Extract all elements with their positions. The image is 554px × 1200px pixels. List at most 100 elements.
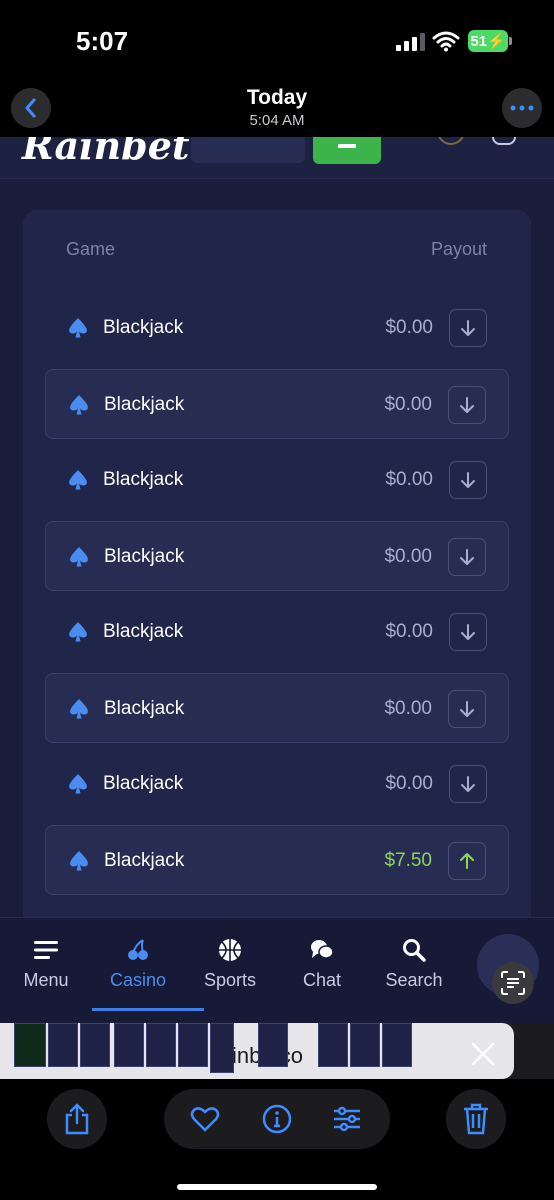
thumbnail[interactable] [350, 1023, 380, 1067]
column-header-payout: Payout [430, 239, 487, 259]
game-name: Blackjack [103, 469, 184, 490]
arrow-down-icon [460, 549, 474, 565]
bell-icon[interactable] [492, 137, 516, 145]
status-bar: 5:07 51 ⚡ [0, 0, 554, 80]
thumbnail[interactable] [80, 1023, 110, 1067]
bet-row[interactable]: Blackjack $0.00 [45, 749, 509, 819]
thumbnail[interactable] [14, 1023, 46, 1067]
more-button[interactable] [502, 88, 542, 128]
photo-actions-pill [164, 1089, 390, 1149]
payout-value: $0.00 [385, 317, 433, 338]
game-name: Blackjack [103, 773, 184, 794]
nav-chat[interactable]: Chat [276, 918, 368, 1010]
game-name: Blackjack [104, 850, 185, 871]
bet-row[interactable]: Blackjack $0.00 [45, 445, 509, 515]
nav-casino[interactable]: Casino [92, 918, 204, 1011]
arrow-down-icon [461, 320, 475, 336]
spade-icon [70, 547, 88, 567]
expand-down-button[interactable] [448, 690, 486, 728]
nav-sports[interactable]: Sports [184, 918, 276, 1010]
share-button[interactable] [47, 1089, 107, 1149]
payout-value: $0.00 [384, 698, 432, 719]
balance-box[interactable] [191, 137, 305, 163]
bet-row[interactable]: Blackjack $0.00 [45, 673, 509, 743]
delete-button[interactable] [446, 1089, 506, 1149]
arrow-down-icon [461, 472, 475, 488]
payout-value: $0.00 [384, 394, 432, 415]
cherries-icon [128, 939, 148, 960]
thumbnail[interactable] [318, 1023, 348, 1067]
avatar[interactable] [437, 137, 465, 145]
basketball-icon [219, 939, 241, 961]
spade-icon [69, 774, 87, 794]
casino-web-page: Rainbet Game Payout Blackjack $0.00 Blackj… [0, 137, 554, 917]
thumbnail[interactable] [114, 1023, 144, 1067]
battery-level: 51 [470, 32, 487, 50]
thumbnail[interactable] [48, 1023, 78, 1067]
spade-icon [69, 622, 87, 642]
arrow-down-icon [460, 397, 474, 413]
thumbnail-selected[interactable] [210, 1023, 234, 1073]
payout-value: $0.00 [385, 469, 433, 490]
thumbnail[interactable] [258, 1023, 288, 1067]
site-logo[interactable]: Rainbet [22, 137, 189, 168]
spade-icon [70, 395, 88, 415]
thumbnail[interactable] [146, 1023, 176, 1067]
game-name: Blackjack [104, 546, 185, 567]
expand-down-button[interactable] [448, 386, 486, 424]
ellipsis-icon [510, 105, 534, 111]
spade-icon [69, 470, 87, 490]
photo-viewer-header: Today 5:04 AM [0, 80, 554, 138]
wallet-button[interactable] [313, 137, 381, 164]
thumbnail[interactable] [178, 1023, 208, 1067]
home-indicator [177, 1184, 377, 1190]
arrow-down-icon [461, 624, 475, 640]
expand-down-button[interactable] [449, 765, 487, 803]
bet-row[interactable]: Blackjack $7.50 [45, 825, 509, 895]
share-icon [65, 1103, 89, 1135]
thumbnail-strip: inbe co [0, 1023, 554, 1079]
expand-down-button[interactable] [449, 613, 487, 651]
heart-icon[interactable] [190, 1104, 220, 1134]
wallet-icon [338, 143, 356, 148]
payout-value: $7.50 [384, 850, 432, 871]
expand-up-button[interactable] [448, 842, 486, 880]
bet-row[interactable]: Blackjack $0.00 [45, 293, 509, 363]
nav-search[interactable]: Search [368, 918, 460, 1010]
thumbnail-scroller[interactable]: inbe co [0, 1023, 514, 1079]
live-text-button[interactable] [492, 962, 534, 1004]
spade-icon [70, 851, 88, 871]
bet-row[interactable]: Blackjack $0.00 [45, 369, 509, 439]
site-header: Rainbet [0, 137, 554, 179]
bet-row[interactable]: Blackjack $0.00 [45, 597, 509, 667]
bet-row[interactable]: Blackjack $0.00 [45, 521, 509, 591]
game-name: Blackjack [103, 317, 184, 338]
clock: 5:07 [76, 26, 129, 56]
nav-menu-label: Menu [23, 970, 69, 990]
expand-down-button[interactable] [449, 461, 487, 499]
expand-down-button[interactable] [448, 538, 486, 576]
battery-icon: 51 ⚡ [468, 30, 508, 52]
live-text-icon [501, 971, 525, 995]
battery-tip [509, 37, 512, 45]
nav-menu[interactable]: Menu [0, 918, 92, 1010]
expand-down-button[interactable] [449, 309, 487, 347]
info-icon[interactable] [262, 1104, 292, 1134]
arrow-up-icon [460, 853, 474, 869]
wifi-icon [432, 31, 460, 52]
nav-search-label: Search [385, 970, 443, 990]
photo-toolbar [0, 1079, 554, 1200]
chat-icon [311, 940, 334, 959]
close-icon[interactable] [470, 1041, 496, 1067]
adjust-icon[interactable] [332, 1104, 362, 1134]
thumbnail[interactable] [382, 1023, 412, 1067]
screen: 5:07 51 ⚡ Today 5:04 AM Rainbet Game Pay… [0, 0, 554, 1200]
search-icon [403, 939, 426, 962]
payout-value: $0.00 [385, 621, 433, 642]
signal-icon [396, 33, 425, 51]
game-name: Blackjack [104, 698, 185, 719]
photo-date-title: Today [246, 86, 308, 109]
nav-sports-label: Sports [203, 970, 257, 990]
spade-icon [69, 318, 87, 338]
bottom-navigation: Menu Casino Sports Chat Search [0, 917, 554, 1023]
